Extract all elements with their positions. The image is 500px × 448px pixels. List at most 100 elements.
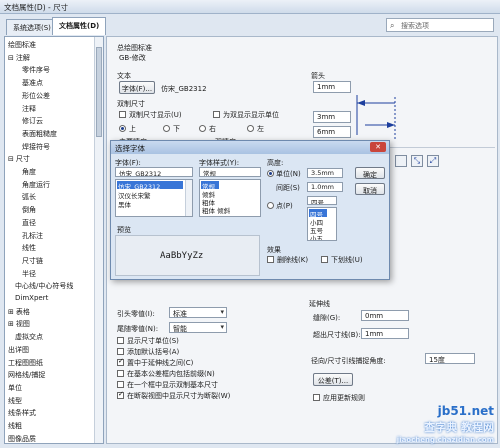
radial-snap-field[interactable]: 15度	[425, 353, 475, 364]
tree-item[interactable]: 工程图图纸	[5, 358, 43, 368]
tree-item[interactable]: 弧长	[5, 192, 36, 202]
style-list[interactable]: 常规 倾斜 粗体 粗体 倾斜	[199, 179, 261, 217]
size-list-item[interactable]: 小四	[309, 217, 323, 227]
points-field[interactable]: 四号	[307, 196, 337, 205]
tree-item[interactable]: 绘图标准	[5, 40, 36, 50]
tab-document-properties[interactable]: 文档属性(D)	[52, 17, 107, 35]
trailing-zero-select[interactable]: 智能	[169, 322, 227, 333]
tree-item[interactable]: 修订云	[5, 116, 43, 126]
arrow-size-field-2[interactable]: 3mm	[313, 111, 351, 123]
font-list-item[interactable]: 汉仪长宋繁	[117, 190, 151, 200]
default-parens-checkbox[interactable]	[117, 348, 124, 355]
style-list-item[interactable]: 粗体 倾斜	[201, 205, 230, 215]
tree-item[interactable]: 图像品质	[5, 434, 36, 443]
tree-item[interactable]: 虚拟交点	[5, 332, 43, 342]
height-unit-radio[interactable]	[267, 170, 274, 177]
spacing-field[interactable]: 1.0mm	[307, 182, 343, 192]
tree-item[interactable]: 注释	[5, 104, 36, 114]
tree-item[interactable]: 角度	[5, 167, 36, 177]
arrow-style-icon-1[interactable]	[395, 155, 407, 167]
collapse-icon[interactable]: ⊟	[8, 54, 14, 62]
tree-item[interactable]: 直径	[5, 218, 36, 228]
position-top-radio[interactable]	[119, 125, 126, 132]
tree-item[interactable]: 形位公差	[5, 91, 50, 101]
tree-item[interactable]: 零件序号	[5, 65, 50, 75]
center-between-checkbox[interactable]	[117, 357, 124, 366]
tree-item[interactable]: 网格线/捕捉	[5, 370, 45, 380]
arrow-style-icon-3[interactable]: ⤢	[427, 155, 439, 167]
dual-display-checkbox[interactable]	[119, 111, 126, 118]
tree-item[interactable]: 出详图	[5, 345, 29, 355]
size-list-item[interactable]: 小五	[309, 233, 323, 240]
position-right-radio[interactable]	[199, 125, 206, 132]
window-title: 文档属性(D) - 尺寸	[4, 3, 69, 12]
underline-checkbox[interactable]	[321, 256, 328, 263]
close-icon[interactable]: ✕	[370, 142, 386, 152]
tree-item[interactable]: 焊接符号	[5, 142, 50, 152]
tree-item[interactable]: 线型	[5, 396, 22, 406]
leading-zero-select[interactable]: 标准	[169, 307, 227, 318]
tree-item[interactable]: 表面粗糙度	[5, 129, 57, 139]
tree-item-label: 网格线/捕捉	[8, 371, 46, 380]
tree-item[interactable]: 线条样式	[5, 408, 36, 418]
tree-item[interactable]: 尺寸链	[5, 256, 43, 266]
tree-item[interactable]: DimXpert	[5, 294, 48, 304]
tree-item[interactable]: ⊞ 表格	[5, 307, 30, 317]
expand-icon[interactable]: ⊞	[8, 308, 14, 316]
dialog-font-field[interactable]: 仿宋_GB2312	[115, 167, 193, 177]
tree-item[interactable]: 线粗	[5, 421, 22, 431]
tree-item[interactable]: ⊞ 视图	[5, 319, 30, 329]
collapse-icon[interactable]: ⊟	[8, 155, 14, 163]
beyond-line-field[interactable]: 1mm	[361, 328, 409, 339]
tree-item[interactable]: 半径	[5, 269, 36, 279]
tree-item[interactable]: 线性	[5, 243, 36, 253]
arrow-size-field-3[interactable]: 6mm	[313, 126, 351, 138]
cancel-button[interactable]: 取消	[355, 183, 385, 195]
gap-field[interactable]: 0mm	[361, 310, 409, 321]
tree-item[interactable]: 基准点	[5, 78, 43, 88]
style-list-item[interactable]: 粗体	[201, 197, 215, 207]
arrow-size-field-1[interactable]: 1mm	[313, 81, 351, 93]
broken-view-checkbox[interactable]	[117, 390, 124, 399]
font-button[interactable]: 字体(F)...	[119, 81, 155, 94]
font-list-item[interactable]: 黑体	[117, 199, 131, 209]
font-list-item[interactable]: 仿宋_GB2312	[117, 181, 183, 191]
apply-update-checkbox[interactable]	[313, 394, 320, 401]
underline-label: 下划线(U)	[331, 256, 363, 264]
tree-scrollbar[interactable]	[94, 37, 103, 443]
position-bottom-label: 下	[173, 125, 180, 133]
size-list-item[interactable]: 五号	[309, 225, 323, 235]
tree-item[interactable]: 单位	[5, 383, 22, 393]
strikeout-checkbox[interactable]	[267, 256, 274, 263]
basic-tolerance-prefix-checkbox[interactable]	[117, 370, 124, 377]
tolerance-button[interactable]: 公差(T)...	[313, 373, 353, 386]
font-list-scrollbar[interactable]	[185, 180, 192, 216]
style-list-item[interactable]: 常规	[201, 181, 219, 191]
tree-item[interactable]: 中心线/中心符号线	[5, 281, 73, 291]
tree-scroll-thumb[interactable]	[96, 47, 102, 137]
dialog-style-field[interactable]: 常规	[199, 167, 261, 177]
height-unit-field[interactable]: 3.5mm	[307, 168, 343, 178]
options-tree[interactable]: 绘图标准 ⊟ 注解零件序号基准点形位公差注释修订云表面粗糙度焊接符号 ⊟ 尺寸角度角度运…	[4, 36, 104, 444]
size-list-item[interactable]: 四号	[309, 209, 327, 219]
search-input[interactable]: ⌕ 搜索选项	[386, 18, 494, 32]
dual-units-checkbox[interactable]	[213, 111, 220, 118]
tab-system-options[interactable]: 系统选项(S)	[6, 19, 58, 35]
expand-icon[interactable]: ⊞	[8, 320, 14, 328]
tree-item[interactable]: 孔标注	[5, 231, 43, 241]
font-list[interactable]: 仿宋_GB2312 汉仪长宋繁 黑体	[115, 179, 193, 217]
arrow-style-icon-2[interactable]: ⤡	[411, 155, 423, 167]
position-bottom-radio[interactable]	[163, 125, 170, 132]
height-points-radio[interactable]	[267, 202, 274, 209]
tree-item[interactable]: ⊟ 尺寸	[5, 154, 30, 164]
show-units-checkbox[interactable]	[117, 337, 124, 344]
position-left-radio[interactable]	[247, 125, 254, 132]
tree-item[interactable]: ⊟ 注解	[5, 53, 30, 63]
ok-button[interactable]: 确定	[355, 167, 385, 179]
size-list[interactable]: 四号 小四 五号 小五	[307, 207, 337, 241]
tree-item[interactable]: 倒角	[5, 205, 36, 215]
style-list-item[interactable]: 倾斜	[201, 189, 215, 199]
tree-item[interactable]: 角度运行	[5, 180, 50, 190]
tree-item-label: 角度运行	[22, 180, 50, 189]
single-box-dual-checkbox[interactable]	[117, 381, 124, 388]
